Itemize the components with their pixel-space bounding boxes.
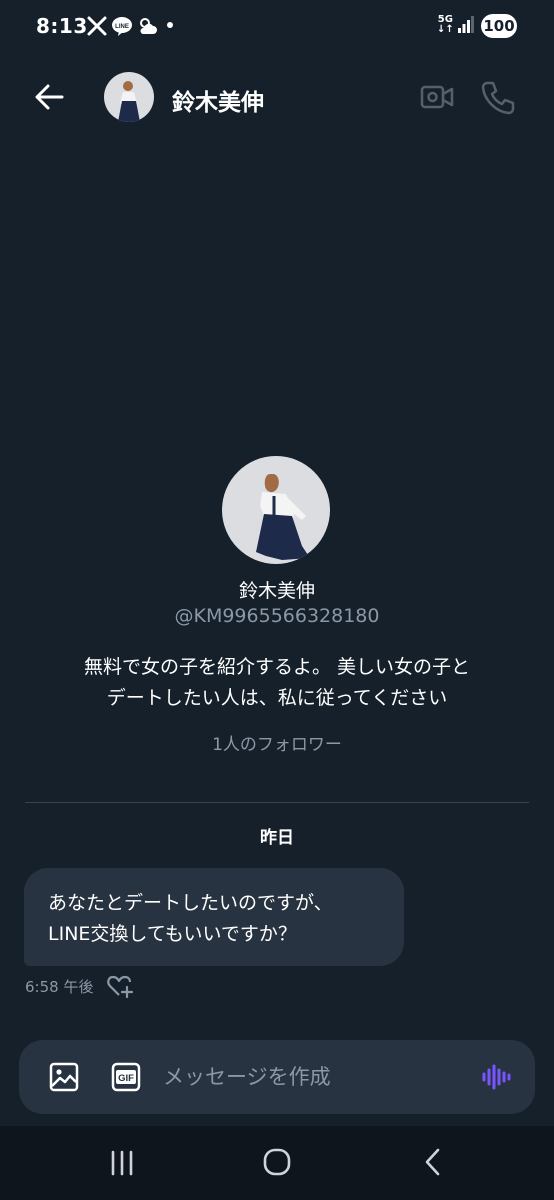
recent-apps-icon[interactable] <box>108 1148 136 1178</box>
add-reaction-heart-icon[interactable] <box>106 973 134 999</box>
profile-bio-line: 無料で女の子を紹介するよ。 美しい女の子と <box>83 656 471 678</box>
profile-handle: @KM9965566328180 <box>174 605 380 627</box>
voice-message-icon[interactable] <box>479 1060 513 1094</box>
svg-text:LINE: LINE <box>115 24 129 30</box>
day-separator: 昨日 <box>260 828 294 848</box>
profile-bio-line: デートしたい人は、私に従ってください <box>106 687 448 709</box>
status-bar: 8:13 LINE 5G ↓↑ 100 <box>0 0 554 52</box>
header-name[interactable]: 鈴木美伸 <box>172 83 264 117</box>
gif-label: GIF <box>118 1073 134 1084</box>
phone-icon[interactable] <box>480 79 516 115</box>
weather-icon <box>140 18 157 34</box>
line-app-icon: LINE <box>112 17 132 36</box>
system-nav-bar <box>0 1126 554 1200</box>
home-icon[interactable] <box>262 1147 292 1177</box>
message-input[interactable] <box>163 1062 463 1092</box>
conversation-header: 鈴木美伸 <box>0 62 554 132</box>
message-timestamp: 6:58 午後 <box>25 978 94 996</box>
notification-dot-icon <box>167 22 173 28</box>
message-text-line: LINE交換してもいいですか？ <box>48 923 297 945</box>
network-type: 5G ↓↑ <box>437 14 454 35</box>
profile-followers[interactable]: 1人のフォロワー <box>0 730 554 755</box>
video-call-icon[interactable] <box>420 82 454 112</box>
divider <box>25 802 529 803</box>
x-logo-icon <box>87 16 107 36</box>
battery-indicator: 100 <box>481 14 517 38</box>
signal-icon <box>458 16 474 33</box>
message-composer: GIF <box>19 1040 535 1114</box>
back-arrow-icon[interactable] <box>30 79 70 115</box>
back-icon[interactable] <box>420 1146 446 1178</box>
image-icon[interactable] <box>49 1062 79 1092</box>
profile-avatar[interactable] <box>222 456 330 564</box>
message-text-line: あなたとデートしたいのですが、 <box>48 892 333 914</box>
gif-icon[interactable]: GIF <box>111 1062 141 1092</box>
profile-bio: 無料で女の子を紹介するよ。 美しい女の子と デートしたい人は、私に従ってください <box>40 652 514 714</box>
message-bubble[interactable]: あなたとデートしたいのですが、 LINE交換してもいいですか？ <box>24 868 404 966</box>
status-time: 8:13 <box>36 14 88 38</box>
profile-name[interactable]: 鈴木美伸 <box>0 576 554 603</box>
header-avatar[interactable] <box>104 72 154 122</box>
